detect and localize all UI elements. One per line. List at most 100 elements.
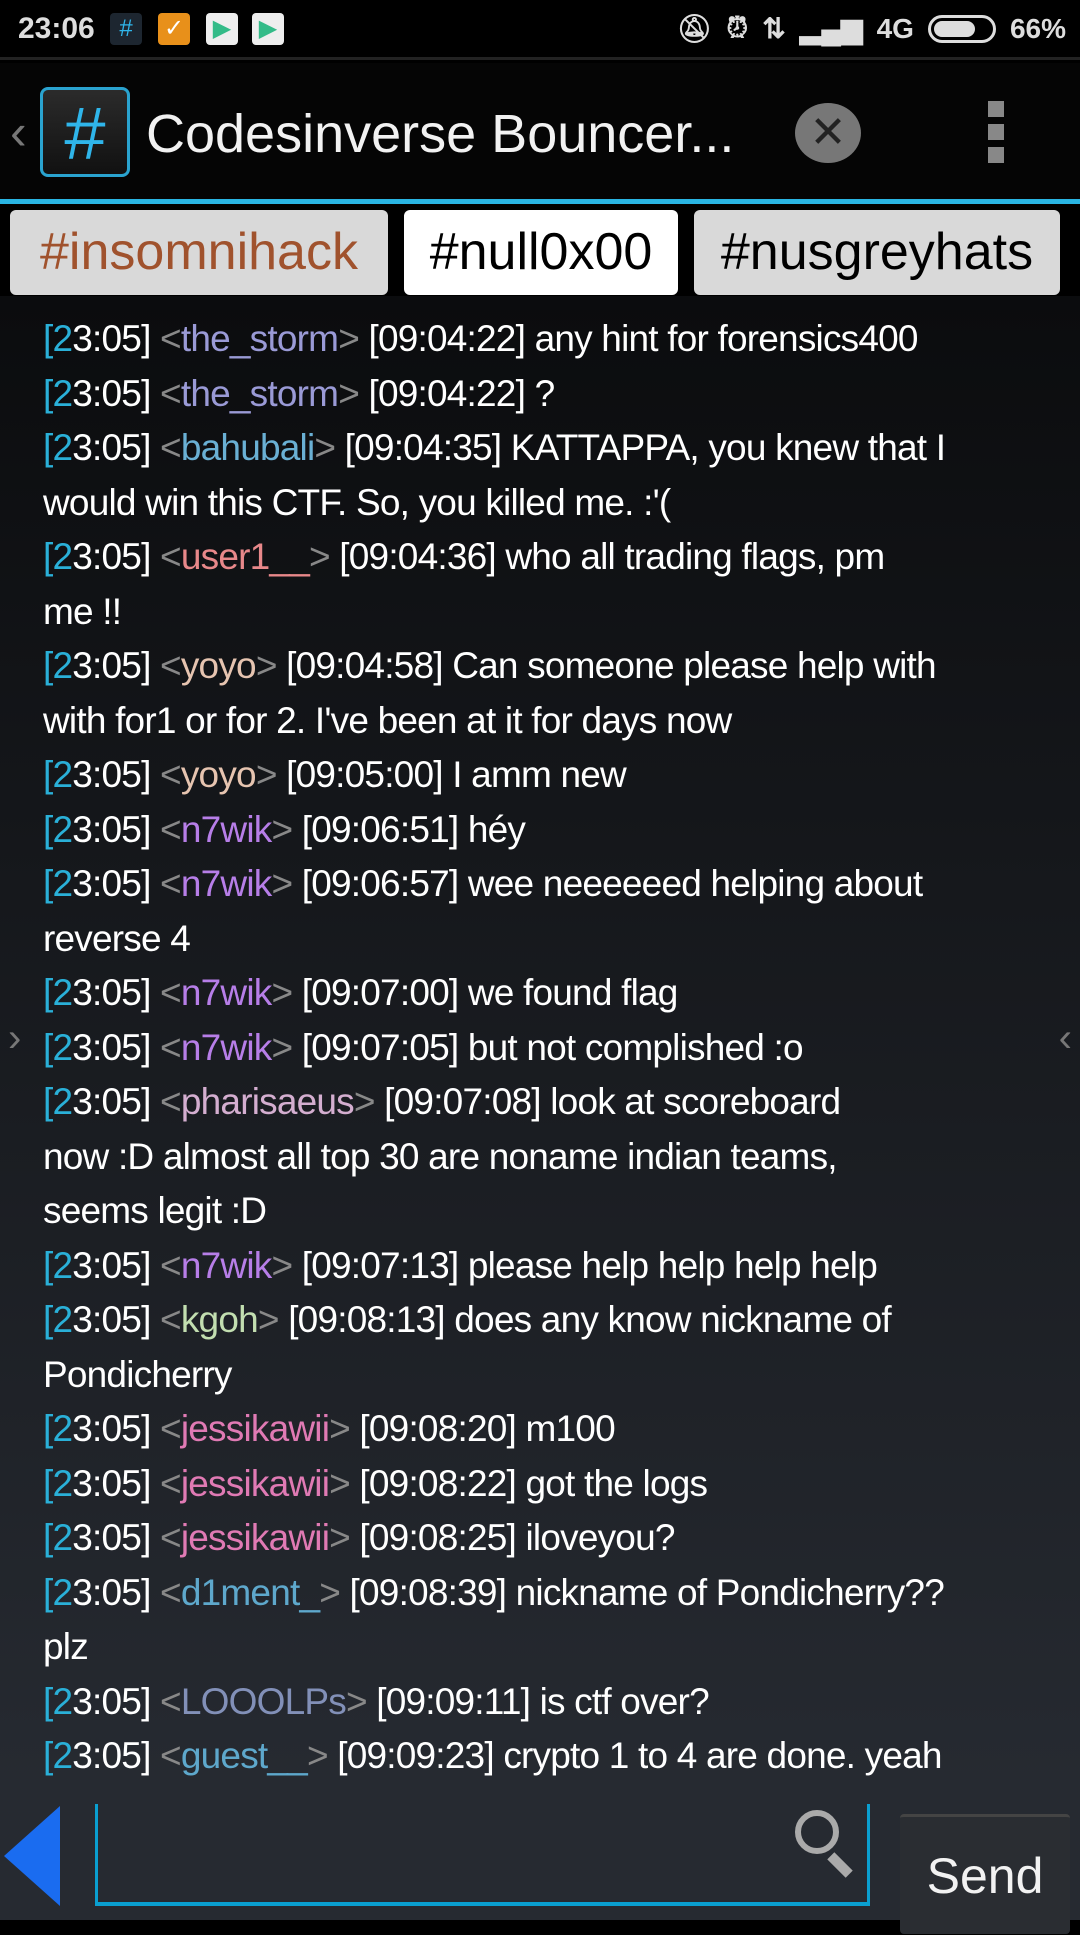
- message-time: [23:05]: [43, 1462, 151, 1504]
- play-store-icon: ▶: [252, 13, 284, 45]
- message-text: who all trading flags, pm: [505, 536, 885, 577]
- message-text: with for1 or for 2. I've been at it for …: [43, 699, 732, 741]
- message-text: me !!: [43, 590, 122, 632]
- message-text: does any know nickname of: [454, 1299, 891, 1340]
- play-store-icon: ▶: [206, 13, 238, 45]
- message-time: [23:05]: [43, 1299, 151, 1340]
- clock: 23:06: [18, 12, 95, 45]
- message-text: plz: [43, 1626, 89, 1667]
- message-nick[interactable]: the_storm: [181, 318, 339, 359]
- message-stamp: [09:04:58]: [286, 645, 443, 686]
- message-stamp: [09:09:11]: [376, 1680, 531, 1722]
- message-continuation: with for1 or for 2. I've been at it for …: [0, 694, 1080, 749]
- tab-nusgreyhats[interactable]: #nusgreyhats: [694, 210, 1060, 295]
- message-stamp: [09:07:13]: [301, 1244, 459, 1286]
- app-logo-hash-icon[interactable]: #: [40, 87, 130, 177]
- action-bar: ‹ # Codesinverse Bouncer... ✕: [0, 63, 1080, 199]
- message-text: got the logs: [525, 1462, 709, 1504]
- accent-divider: [0, 199, 1080, 204]
- message-row: [23:05] <yoyo> [09:05:00] I amm new: [0, 748, 1080, 803]
- tab-null0x00[interactable]: #null0x00: [404, 210, 678, 295]
- message-text: ?: [534, 372, 556, 414]
- message-stamp: [09:04:36]: [339, 536, 496, 577]
- message-row: [23:05] <kgoh> [09:08:13] does any know …: [0, 1293, 1080, 1348]
- message-time: [23:05]: [43, 1026, 151, 1068]
- message-nick[interactable]: d1ment_: [181, 1572, 320, 1613]
- message-nick[interactable]: jessikawii: [181, 1517, 330, 1558]
- bouncer-hash-icon: #: [110, 13, 142, 45]
- message-nick[interactable]: kgoh: [181, 1299, 259, 1340]
- message-row: [23:05] <n7wik> [09:06:57] wee neeeeeed …: [0, 857, 1080, 912]
- message-text: héy: [467, 808, 526, 850]
- message-continuation: me !!: [0, 585, 1080, 640]
- back-arrow-icon[interactable]: [4, 1806, 60, 1906]
- message-nick[interactable]: n7wik: [181, 1245, 272, 1286]
- message-nick[interactable]: n7wik: [181, 972, 272, 1013]
- alarm-icon: ⏰︎: [726, 12, 749, 43]
- network-type: 4G: [876, 12, 914, 44]
- message-stamp: [09:04:35]: [344, 427, 502, 468]
- message-nick[interactable]: n7wik: [181, 1027, 272, 1068]
- message-input[interactable]: [95, 1804, 870, 1906]
- message-stamp: [09:06:51]: [301, 808, 459, 850]
- message-row: [23:05] <jessikawii> [09:08:25] iloveyou…: [0, 1511, 1080, 1566]
- prev-channel-chevron-icon[interactable]: ‹: [1059, 1016, 1072, 1061]
- message-stamp: [09:05:00]: [286, 754, 443, 795]
- message-nick[interactable]: bahubali: [181, 427, 315, 468]
- message-nick[interactable]: the_storm: [181, 373, 339, 414]
- message-stamp: [09:04:22]: [368, 372, 526, 414]
- message-time: [23:05]: [43, 1081, 151, 1122]
- tab-insomnihack[interactable]: #insomnihack: [10, 210, 388, 295]
- message-text: I amm new: [452, 754, 627, 795]
- battery-percent: 66%: [1009, 12, 1066, 44]
- message-nick[interactable]: pharisaeus: [181, 1081, 355, 1122]
- message-text: m100: [525, 1408, 616, 1449]
- message-row: [23:05] <bahubali> [09:04:35] KATTAPPA, …: [0, 421, 1080, 476]
- message-nick[interactable]: LOOOLPs: [181, 1681, 347, 1722]
- message-text: Can someone please help with: [452, 645, 936, 686]
- search-icon[interactable]: [795, 1810, 839, 1854]
- message-nick[interactable]: n7wik: [181, 809, 272, 850]
- message-text: seems legit :D: [43, 1190, 267, 1231]
- message-nick[interactable]: yoyo: [181, 645, 257, 686]
- back-chevron-icon[interactable]: ‹: [10, 103, 27, 161]
- next-channel-chevron-icon[interactable]: ›: [8, 1016, 21, 1061]
- message-row: [23:05] <yoyo> [09:04:58] Can someone pl…: [0, 639, 1080, 694]
- send-button[interactable]: Send: [900, 1814, 1070, 1934]
- message-text: wee neeeeeed helping about: [467, 863, 923, 904]
- message-nick[interactable]: n7wik: [181, 863, 272, 904]
- message-continuation: now :D almost all top 30 are noname indi…: [0, 1130, 1080, 1185]
- data-transfer-icon: ⇅: [762, 13, 786, 44]
- message-text: we found flag: [467, 972, 679, 1013]
- message-time: [23:05]: [43, 1735, 151, 1776]
- message-row: [23:05] <the_storm> [09:04:22] ?: [0, 367, 1080, 422]
- overflow-menu-icon[interactable]: [988, 101, 1004, 170]
- message-row: [23:05] <n7wik> [09:07:00] we found flag: [0, 966, 1080, 1021]
- message-text: is ctf over?: [539, 1680, 710, 1722]
- message-continuation: would win this CTF. So, you killed me. :…: [0, 476, 1080, 531]
- message-text: Pondicherry: [43, 1353, 232, 1395]
- message-nick[interactable]: yoyo: [181, 754, 257, 795]
- message-stamp: [09:07:05]: [301, 1026, 459, 1068]
- close-channel-icon[interactable]: ✕: [795, 103, 861, 163]
- message-text: iloveyou?: [525, 1517, 676, 1558]
- message-text: reverse 4: [43, 917, 191, 959]
- message-continuation: seems legit :D: [0, 1184, 1080, 1239]
- message-nick[interactable]: jessikawii: [181, 1408, 330, 1449]
- message-row: [23:05] <jessikawii> [09:08:22] got the …: [0, 1457, 1080, 1512]
- message-time: [23:05]: [43, 1244, 151, 1286]
- signal-icon: ▂▄▆: [799, 13, 863, 44]
- message-text: look at scoreboard: [550, 1081, 841, 1122]
- message-row: [23:05] <d1ment_> [09:08:39] nickname of…: [0, 1566, 1080, 1621]
- chat-log[interactable]: [23:05] <the_storm> [09:04:22] any hint …: [0, 296, 1080, 1784]
- message-nick[interactable]: guest__: [181, 1735, 308, 1776]
- message-time: [23:05]: [43, 808, 151, 850]
- message-nick[interactable]: user1__: [181, 536, 310, 577]
- message-text: but not complished :o: [467, 1026, 804, 1068]
- message-nick[interactable]: jessikawii: [181, 1463, 330, 1504]
- message-stamp: [09:08:13]: [288, 1299, 445, 1340]
- message-text: would win this CTF. So, you killed me. :…: [43, 481, 671, 523]
- message-row: [23:05] <guest__> [09:09:23] crypto 1 to…: [0, 1729, 1080, 1784]
- notifications-muted-icon: 🔕︎: [676, 13, 713, 44]
- message-time: [23:05]: [43, 318, 151, 359]
